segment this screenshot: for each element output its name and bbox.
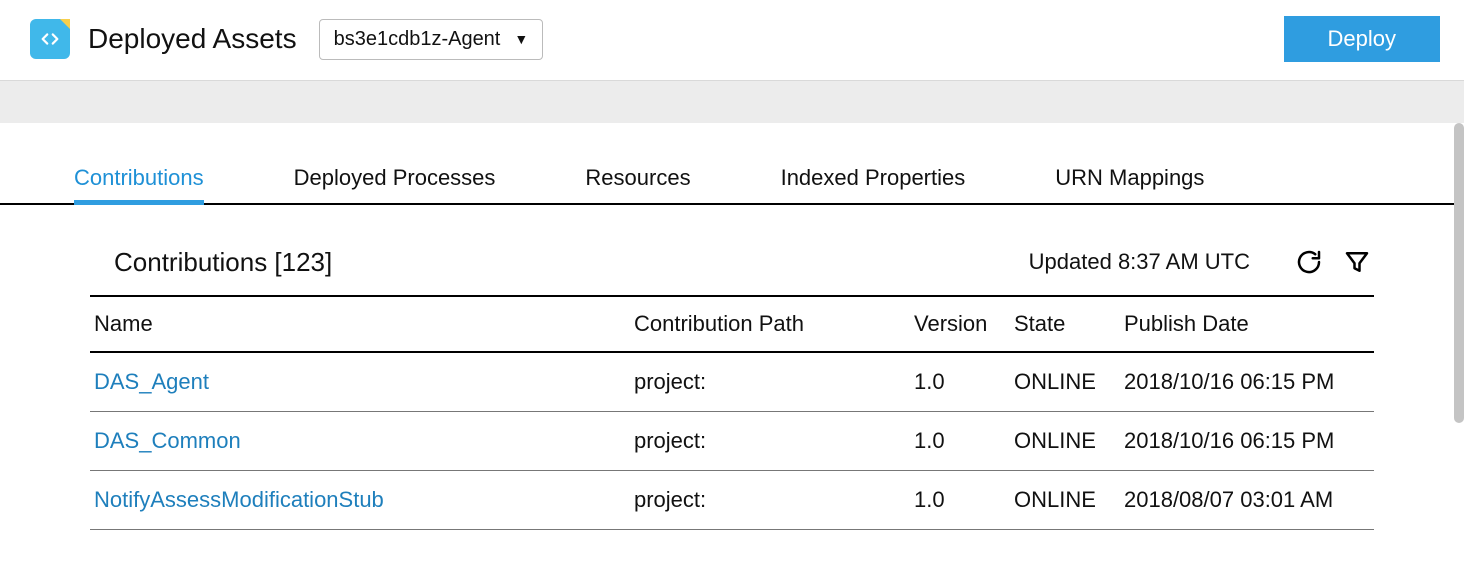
tab-contributions[interactable]: Contributions [74,165,204,203]
cell-path: project: [630,471,910,530]
refresh-icon[interactable] [1292,245,1326,279]
cell-state: ONLINE [1010,412,1120,471]
table-header-row: Name Contribution Path Version State Pub… [90,296,1374,352]
tab-label: URN Mappings [1055,165,1204,190]
column-header-path[interactable]: Contribution Path [630,296,910,352]
section-title: Contributions [123] [114,247,332,278]
cell-version: 1.0 [910,471,1010,530]
tab-label: Contributions [74,165,204,190]
cell-publish: 2018/10/16 06:15 PM [1120,412,1374,471]
agent-select[interactable]: bs3e1cdb1z-Agent ▼ [319,19,544,60]
tab-resources[interactable]: Resources [585,165,690,203]
cell-version: 1.0 [910,352,1010,412]
page-title: Deployed Assets [88,23,297,55]
agent-select-value: bs3e1cdb1z-Agent [334,28,501,51]
column-header-version[interactable]: Version [910,296,1010,352]
contribution-link[interactable]: DAS_Common [94,428,241,453]
cell-publish: 2018/08/07 03:01 AM [1120,471,1374,530]
deploy-button[interactable]: Deploy [1284,16,1440,62]
tab-label: Indexed Properties [781,165,966,190]
table-row: NotifyAssessModificationStub project: 1.… [90,471,1374,530]
code-icon [30,19,70,59]
tabs: Contributions Deployed Processes Resourc… [0,123,1464,205]
column-header-name[interactable]: Name [90,296,630,352]
contribution-link[interactable]: NotifyAssessModificationStub [94,487,384,512]
contribution-link[interactable]: DAS_Agent [94,369,209,394]
cell-state: ONLINE [1010,352,1120,412]
cell-state: ONLINE [1010,471,1120,530]
scrollbar[interactable] [1454,123,1464,423]
column-header-state[interactable]: State [1010,296,1120,352]
top-bar: Deployed Assets bs3e1cdb1z-Agent ▼ Deplo… [0,0,1464,81]
cell-path: project: [630,352,910,412]
cell-path: project: [630,412,910,471]
tab-urn-mappings[interactable]: URN Mappings [1055,165,1204,203]
column-header-publish[interactable]: Publish Date [1120,296,1374,352]
tab-deployed-processes[interactable]: Deployed Processes [294,165,496,203]
cell-publish: 2018/10/16 06:15 PM [1120,352,1374,412]
table-row: DAS_Agent project: 1.0 ONLINE 2018/10/16… [90,352,1374,412]
cell-version: 1.0 [910,412,1010,471]
gray-band [0,81,1464,123]
updated-timestamp: Updated 8:37 AM UTC [1029,249,1250,275]
tab-label: Deployed Processes [294,165,496,190]
table-row: DAS_Common project: 1.0 ONLINE 2018/10/1… [90,412,1374,471]
tab-indexed-properties[interactable]: Indexed Properties [781,165,966,203]
contributions-table: Name Contribution Path Version State Pub… [90,295,1374,530]
section-header: Contributions [123] Updated 8:37 AM UTC [0,205,1464,295]
tab-label: Resources [585,165,690,190]
filter-icon[interactable] [1340,245,1374,279]
chevron-down-icon: ▼ [514,31,528,47]
